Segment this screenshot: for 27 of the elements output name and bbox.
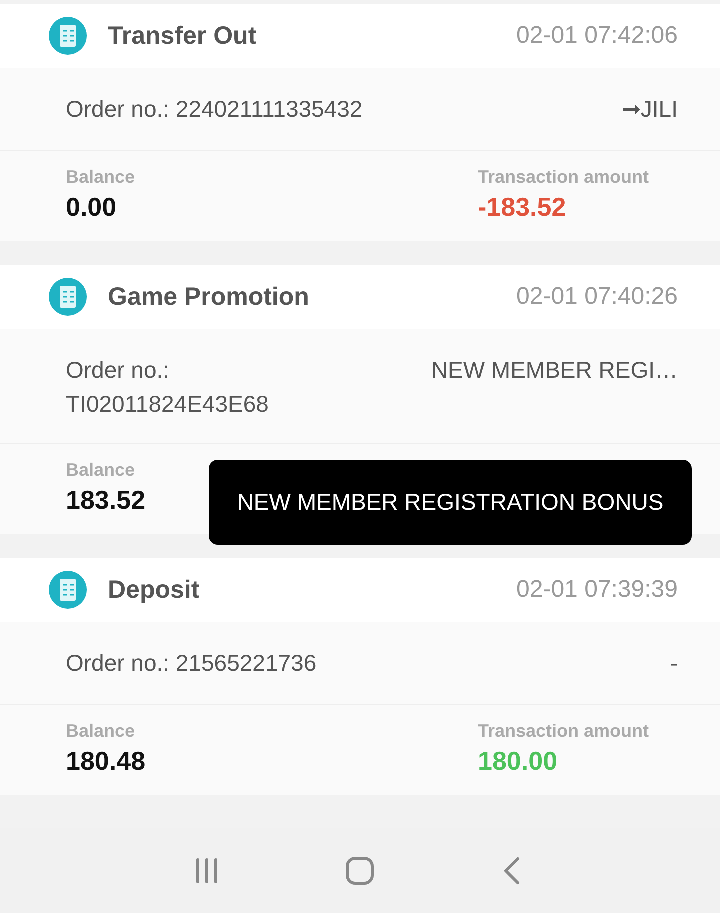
- transaction-time: 02-01 07:42:06: [516, 22, 678, 50]
- transaction-type: Deposit: [108, 576, 201, 604]
- home-icon[interactable]: [344, 856, 375, 886]
- receipt-icon: [48, 277, 88, 317]
- receipt-icon: [48, 16, 88, 56]
- receipt-icon: [48, 570, 88, 610]
- balance-value: 183.52: [66, 485, 146, 516]
- amount-label: Transaction amount: [478, 721, 650, 742]
- order-detail: -: [670, 649, 678, 678]
- balance-label: Balance: [66, 167, 136, 188]
- tooltip: NEW MEMBER REGISTRATION BONUS: [209, 460, 692, 545]
- transaction-type: Game Promotion: [108, 282, 310, 312]
- transaction-type: Transfer Out: [108, 22, 258, 50]
- amount-value: 180.00: [478, 746, 559, 777]
- order-detail: ➞JILI: [622, 95, 678, 124]
- balance-value: 180.48: [66, 746, 146, 777]
- transaction-time: 02-01 07:40:26: [516, 283, 678, 311]
- balance-value: 0.00: [66, 192, 118, 223]
- amount-value: -183.52: [478, 192, 568, 223]
- transaction-time: 02-01 07:39:39: [516, 576, 678, 604]
- amount-label: Transaction amount: [478, 167, 650, 188]
- balance-label: Balance: [66, 721, 136, 742]
- order-detail: NEW MEMBER REGI…: [431, 356, 678, 385]
- order-number: Order no.: TI02011824E43E68: [66, 356, 270, 419]
- order-number: Order no.: 224021111335432: [66, 95, 363, 124]
- balance-label: Balance: [66, 460, 136, 481]
- order-number: Order no.: 21565221736: [66, 649, 317, 678]
